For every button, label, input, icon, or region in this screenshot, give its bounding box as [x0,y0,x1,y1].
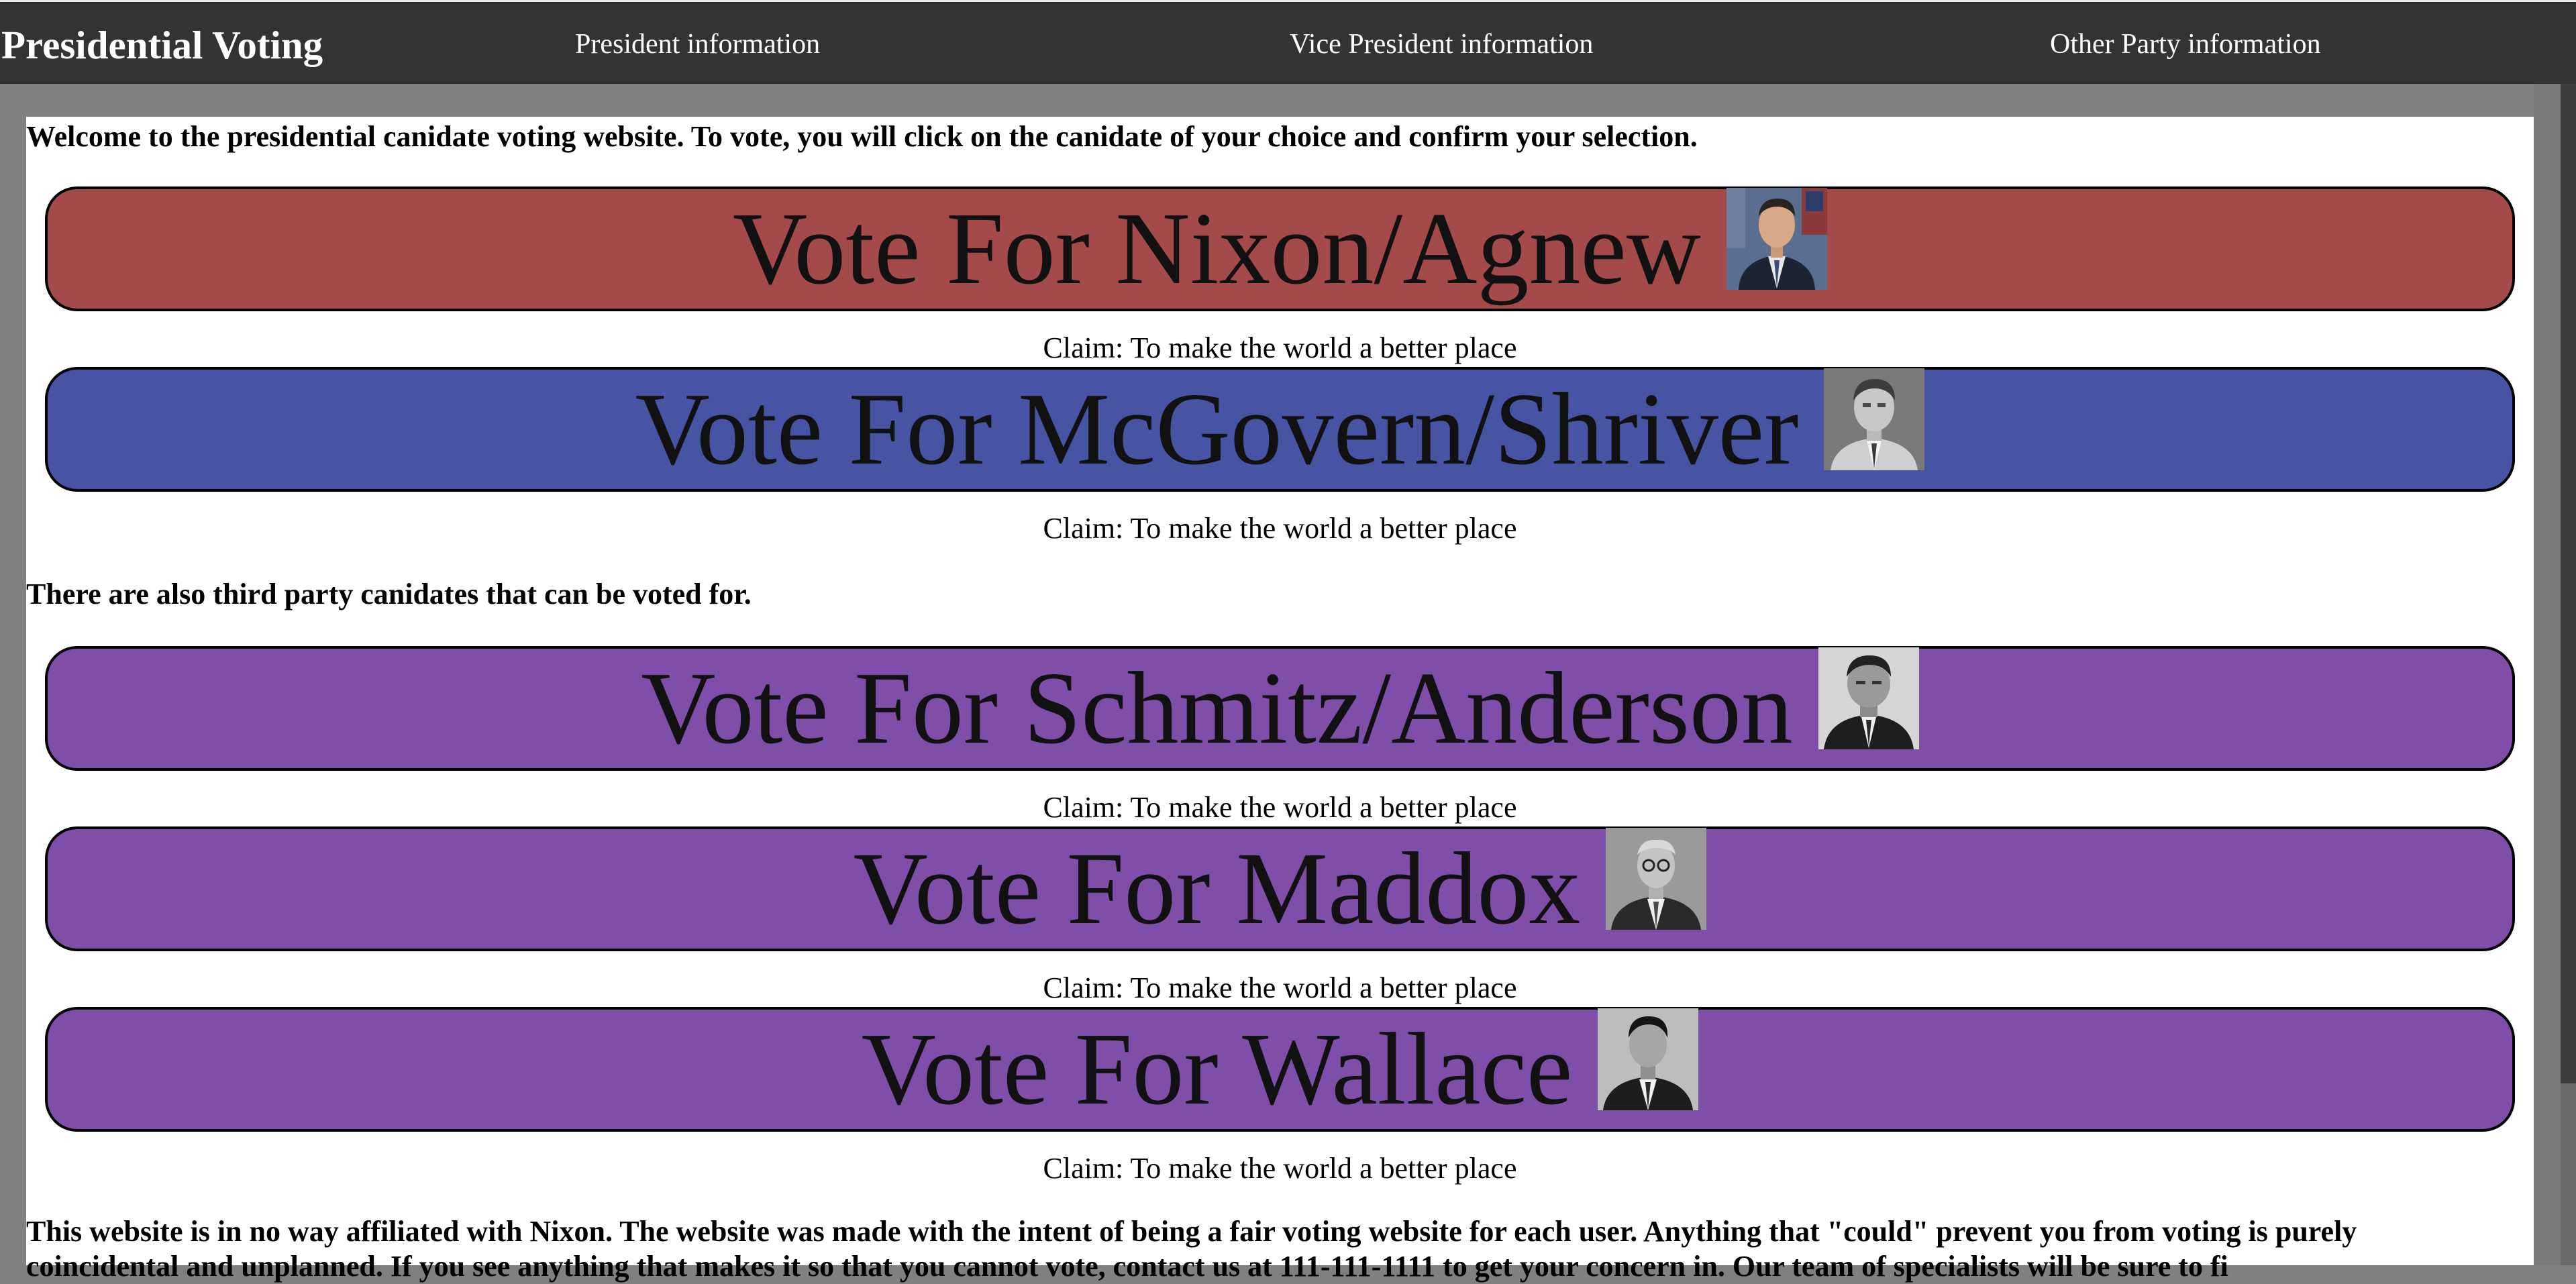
nav-link-president-info[interactable]: President information [575,28,820,61]
maddox-portrait [1606,828,1707,930]
vote-button-mcgovern-shriver[interactable]: Vote For McGovern/Shriver [45,367,2515,492]
top-nav-bar: Presidential Voting President informatio… [0,0,2576,84]
wallace-portrait [1598,1008,1699,1110]
vertical-scrollbar[interactable] [2561,84,2576,1265]
vote-button-label: Vote For Nixon/Agnew [733,192,1701,306]
nav-link-other-party-info[interactable]: Other Party information [2050,28,2321,61]
mcgovern-portrait [1824,368,1925,470]
vote-button-label: Vote For McGovern/Shriver [635,372,1799,486]
site-title[interactable]: Presidential Voting [1,22,323,68]
schmitz-portrait [1818,647,1919,749]
claim-wallace: Claim: To make the world a better place [1043,1152,1517,1185]
claim-maddox: Claim: To make the world a better place [1043,971,1517,1004]
claim-nixon-agnew: Claim: To make the world a better place [1043,331,1517,364]
vote-button-maddox[interactable]: Vote For Maddox [45,826,2515,951]
scrollbar-thumb[interactable] [2561,84,2576,1083]
third-party-intro-text: There are also third party canidates tha… [26,578,752,610]
disclaimer-line-1: This website is in no way affiliated wit… [26,1215,2357,1248]
main-content: Welcome to the presidential canidate vot… [26,117,2534,1283]
nixon-portrait [1727,188,1827,290]
welcome-text: Welcome to the presidential canidate vot… [26,120,1698,153]
disclaimer-line-2: coincidental and unplanned. If you see a… [26,1250,2228,1283]
vote-button-nixon-agnew[interactable]: Vote For Nixon/Agnew [45,186,2515,311]
vote-button-wallace[interactable]: Vote For Wallace [45,1007,2515,1132]
vote-button-label: Vote For Schmitz/Anderson [641,651,1793,765]
vote-button-label: Vote For Wallace [861,1012,1573,1126]
claim-schmitz-anderson: Claim: To make the world a better place [1043,791,1517,824]
vote-button-schmitz-anderson[interactable]: Vote For Schmitz/Anderson [45,646,2515,771]
nav-link-vice-president-info[interactable]: Vice President information [1290,28,1593,61]
right-gutter [2534,84,2561,1265]
claim-mcgovern-shriver: Claim: To make the world a better place [1043,512,1517,545]
vote-button-label: Vote For Maddox [853,832,1581,946]
